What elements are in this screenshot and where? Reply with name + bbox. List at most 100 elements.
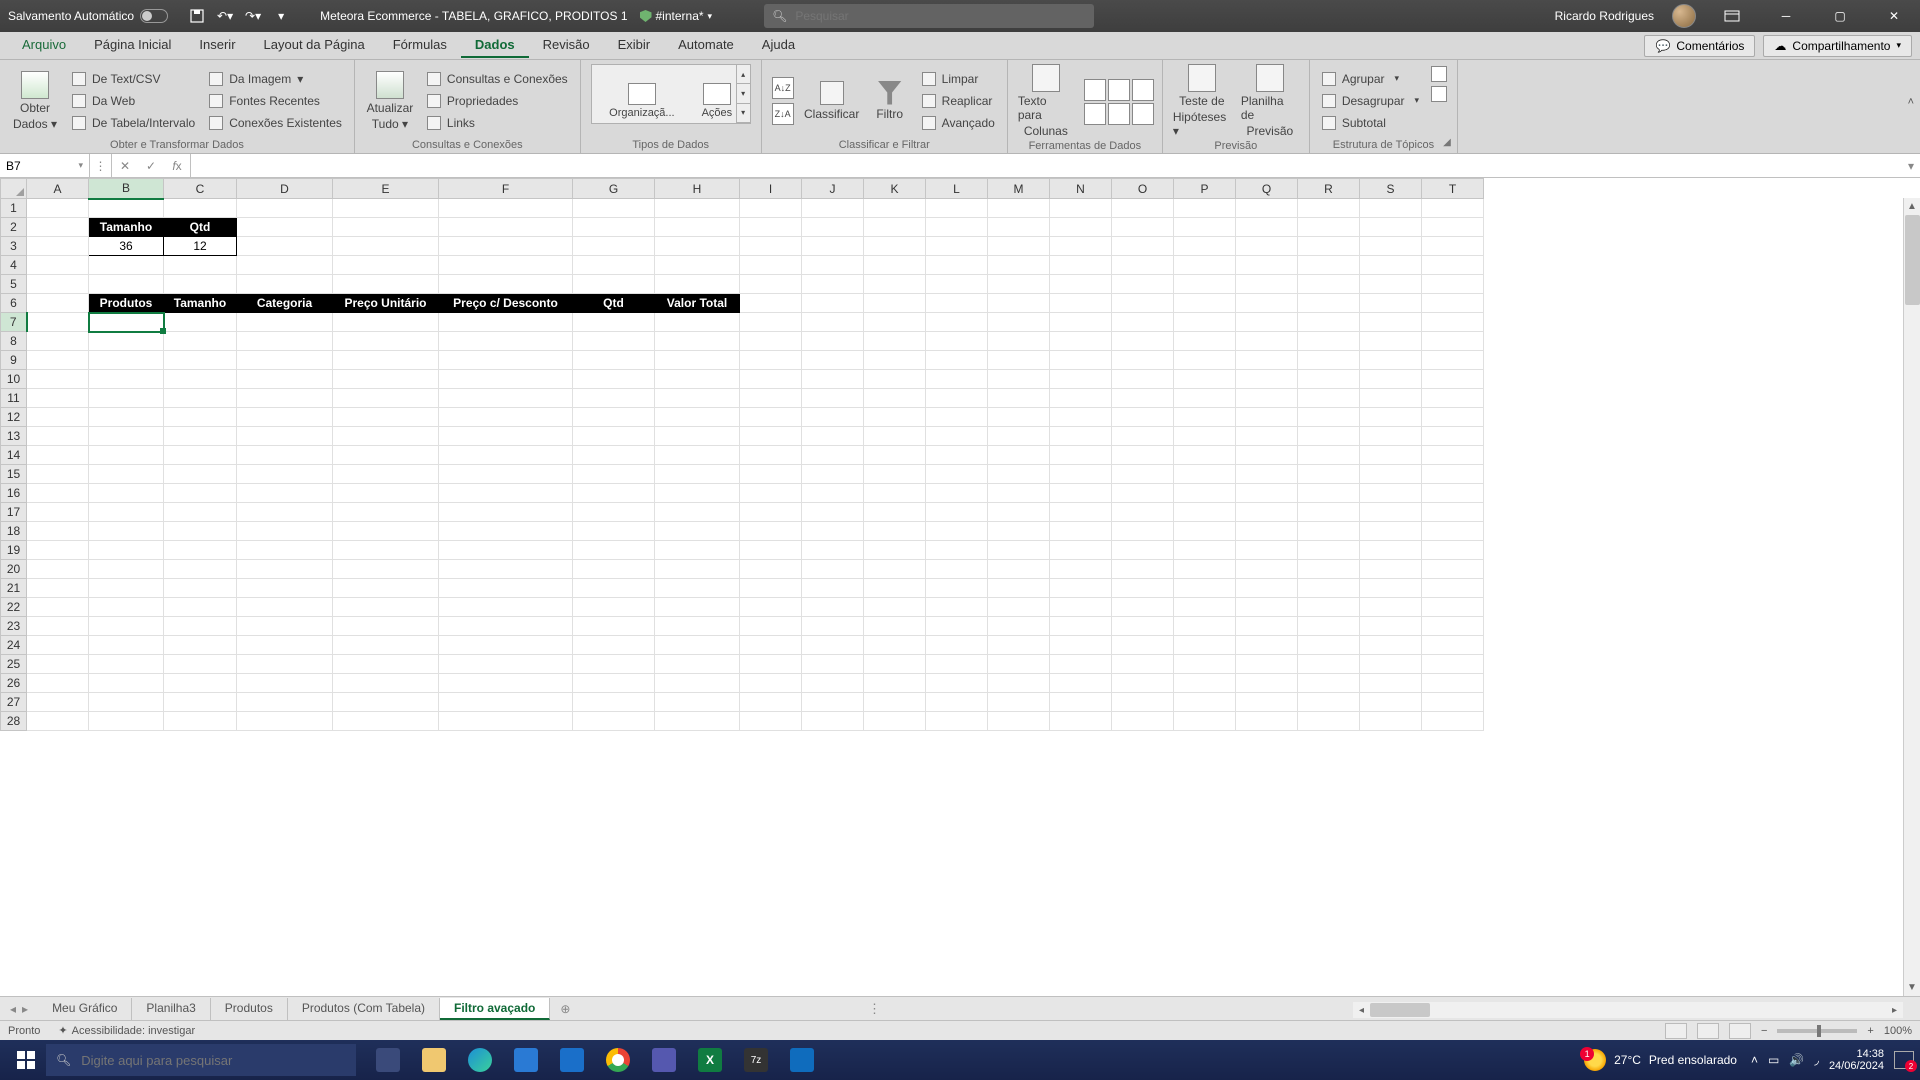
cell[interactable] (1174, 636, 1236, 655)
name-box[interactable]: B7 ▾ (0, 154, 90, 177)
cell[interactable] (1422, 370, 1484, 389)
expand-formula-bar-button[interactable]: ▾ (1902, 154, 1920, 177)
cell[interactable] (655, 693, 740, 712)
cell[interactable] (988, 674, 1050, 693)
cell[interactable] (1174, 313, 1236, 332)
cell[interactable] (333, 484, 439, 503)
cell[interactable] (655, 484, 740, 503)
cell[interactable] (573, 484, 655, 503)
cell[interactable] (926, 598, 988, 617)
cell[interactable] (89, 560, 164, 579)
cell[interactable] (1236, 503, 1298, 522)
advanced-filter-button[interactable]: Avançado (920, 113, 997, 133)
cell[interactable] (1360, 370, 1422, 389)
wifi-icon[interactable]: ◞ (1814, 1053, 1819, 1067)
select-all-corner[interactable] (1, 179, 27, 199)
cell[interactable] (89, 617, 164, 636)
cell[interactable] (1360, 693, 1422, 712)
cell[interactable] (237, 408, 333, 427)
tab-f-rmulas[interactable]: Fórmulas (379, 33, 461, 58)
cell[interactable] (740, 427, 802, 446)
cell[interactable]: 36 (89, 237, 164, 256)
cell[interactable] (237, 275, 333, 294)
cell[interactable] (1298, 199, 1360, 218)
row-header[interactable]: 27 (1, 693, 27, 712)
cell[interactable] (864, 541, 926, 560)
cell[interactable] (655, 427, 740, 446)
row-header[interactable]: 1 (1, 199, 27, 218)
cell[interactable] (988, 541, 1050, 560)
cell[interactable] (237, 484, 333, 503)
cell[interactable] (802, 275, 864, 294)
scroll-right-icon[interactable]: ▸ (1886, 1005, 1903, 1016)
cell[interactable] (1422, 237, 1484, 256)
cell[interactable] (1422, 522, 1484, 541)
what-if-button[interactable]: Teste de Hipóteses ▾ (1173, 64, 1231, 138)
cell[interactable] (988, 294, 1050, 313)
cell[interactable] (1236, 370, 1298, 389)
cell[interactable] (1112, 484, 1174, 503)
cell[interactable] (1360, 560, 1422, 579)
cell[interactable] (573, 598, 655, 617)
zoom-slider[interactable] (1777, 1029, 1857, 1033)
cell[interactable] (333, 617, 439, 636)
cell[interactable] (802, 560, 864, 579)
cell[interactable] (926, 465, 988, 484)
cell[interactable] (439, 693, 573, 712)
cell[interactable] (864, 712, 926, 731)
cell[interactable] (988, 636, 1050, 655)
cell[interactable] (1174, 370, 1236, 389)
cell[interactable] (27, 560, 89, 579)
gallery-down-icon[interactable]: ▾ (736, 84, 750, 103)
cell[interactable] (864, 313, 926, 332)
cell[interactable] (1174, 484, 1236, 503)
cell[interactable] (1112, 712, 1174, 731)
cell[interactable] (988, 522, 1050, 541)
cell[interactable] (89, 655, 164, 674)
cell[interactable] (89, 522, 164, 541)
tab-arquivo[interactable]: Arquivo (8, 33, 80, 58)
cell[interactable] (1174, 693, 1236, 712)
cell[interactable] (573, 199, 655, 218)
cell[interactable] (655, 655, 740, 674)
cell[interactable] (1174, 560, 1236, 579)
cell[interactable] (1360, 522, 1422, 541)
cell[interactable] (1360, 484, 1422, 503)
cell[interactable] (1236, 218, 1298, 237)
cell[interactable] (988, 598, 1050, 617)
cell[interactable] (1112, 370, 1174, 389)
start-button[interactable] (6, 1040, 46, 1080)
cell[interactable] (655, 218, 740, 237)
page-layout-view-button[interactable] (1697, 1023, 1719, 1039)
cell[interactable] (573, 275, 655, 294)
cell[interactable] (27, 427, 89, 446)
cell[interactable] (655, 275, 740, 294)
cell[interactable] (1422, 199, 1484, 218)
cell[interactable] (655, 541, 740, 560)
cell[interactable] (164, 351, 237, 370)
cell[interactable] (164, 541, 237, 560)
cell[interactable] (988, 408, 1050, 427)
flash-fill-button[interactable] (1084, 79, 1106, 101)
accessibility-status[interactable]: ✦ Acessibilidade: investigar (58, 1024, 195, 1037)
cell[interactable] (1050, 332, 1112, 351)
cell[interactable] (1298, 579, 1360, 598)
cell[interactable] (740, 617, 802, 636)
cell[interactable] (1174, 256, 1236, 275)
cell[interactable] (802, 427, 864, 446)
subtotal-button[interactable]: Subtotal (1320, 113, 1421, 133)
cell[interactable] (1112, 617, 1174, 636)
cell[interactable] (740, 579, 802, 598)
cell[interactable] (27, 712, 89, 731)
cell[interactable] (1236, 522, 1298, 541)
cell[interactable] (802, 636, 864, 655)
recent-sources-button[interactable]: Fontes Recentes (207, 91, 344, 111)
search-field[interactable] (795, 9, 1086, 23)
cell[interactable] (1360, 465, 1422, 484)
cell[interactable] (655, 712, 740, 731)
cell[interactable] (1050, 351, 1112, 370)
cell[interactable]: Preço Unitário (333, 294, 439, 313)
cell[interactable] (740, 294, 802, 313)
cell[interactable] (237, 503, 333, 522)
row-header[interactable]: 23 (1, 617, 27, 636)
